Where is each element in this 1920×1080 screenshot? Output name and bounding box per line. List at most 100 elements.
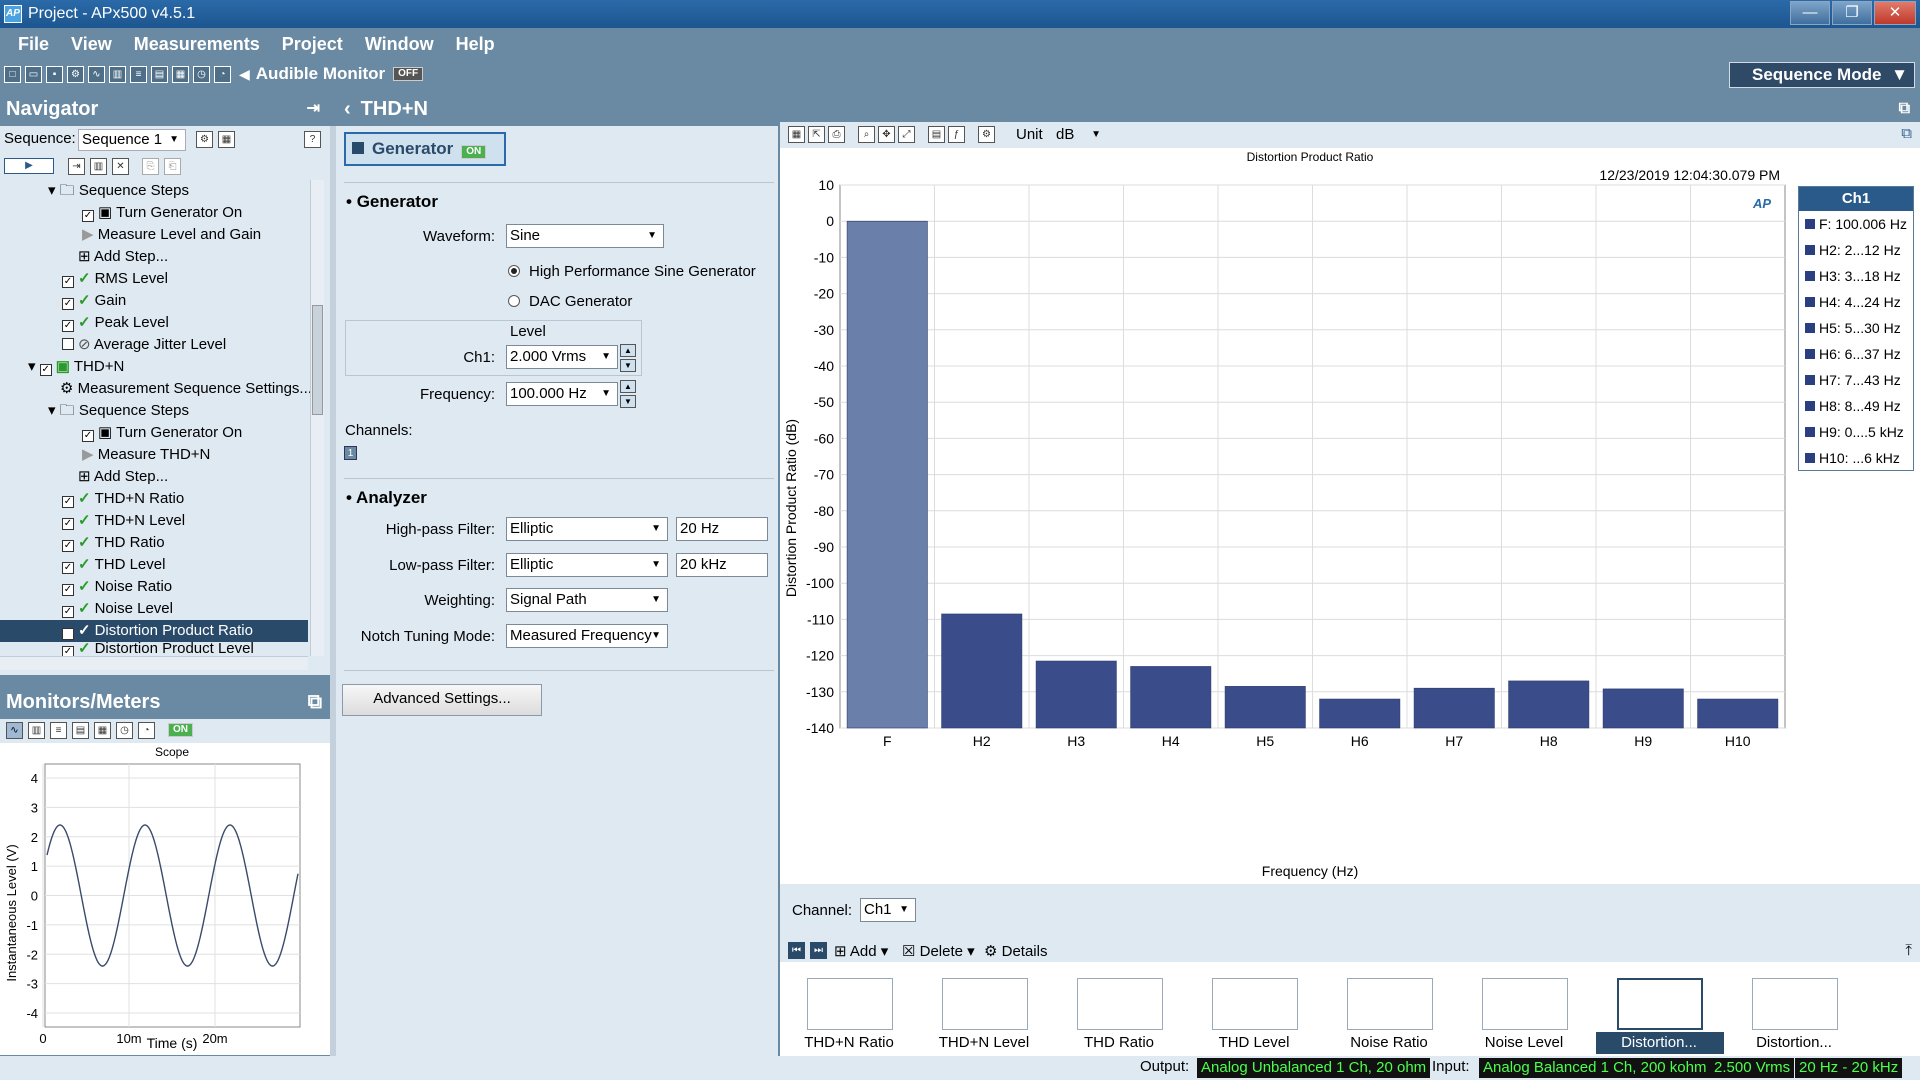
radio-dac[interactable]: [508, 295, 520, 307]
export-icon[interactable]: ⇱: [808, 126, 825, 143]
lowpass-select[interactable]: Elliptic: [506, 553, 668, 577]
waveform-select[interactable]: Sine: [506, 224, 664, 248]
clock-icon[interactable]: ◷: [193, 65, 210, 83]
tree-item[interactable]: ✓ ▣ Turn Generator On: [82, 422, 242, 444]
checkbox[interactable]: ✓: [62, 646, 74, 656]
tree-item[interactable]: ▶ Measure Level and Gain: [82, 224, 261, 246]
output-status[interactable]: Analog Unbalanced 1 Ch, 20 ohm: [1197, 1058, 1431, 1078]
gauge-icon[interactable]: ◔: [214, 65, 231, 83]
checkbox[interactable]: ✓: [62, 540, 74, 552]
generator-button[interactable]: Generator ON: [344, 132, 506, 166]
legend-item[interactable]: H10: ...6 kHz: [1799, 445, 1913, 471]
checkbox[interactable]: ✓: [62, 320, 74, 332]
grid-icon[interactable]: ▦: [172, 65, 189, 83]
frequency-field[interactable]: 100.000 Hz: [506, 382, 618, 406]
channel-1-button[interactable]: 1: [344, 446, 357, 460]
maximize-button[interactable]: ❐: [1832, 1, 1872, 25]
checkbox[interactable]: ✓: [62, 562, 74, 574]
graph-settings-icon[interactable]: ⚙: [978, 126, 995, 143]
new-icon[interactable]: □: [4, 65, 21, 83]
highpass-frequency-input[interactable]: 20 Hz: [676, 517, 768, 541]
menu-measurements[interactable]: Measurements: [134, 34, 260, 55]
tree-item[interactable]: ⊘ Average Jitter Level: [62, 334, 226, 356]
tree-item[interactable]: ✓ ✓ THD Ratio: [62, 532, 165, 554]
thumbnail[interactable]: [942, 978, 1028, 1030]
weighting-select[interactable]: Signal Path: [506, 588, 668, 612]
report-icon[interactable]: ▥: [90, 158, 107, 175]
tree-item[interactable]: ⊞ Add Step...: [78, 246, 168, 268]
spin-down-icon[interactable]: ▼: [620, 359, 636, 372]
meter-icon[interactable]: ▤: [72, 722, 89, 739]
tree-item[interactable]: ▾ 🗀 Sequence Steps: [48, 400, 189, 422]
audible-monitor-toggle[interactable]: OFF: [393, 67, 424, 81]
unit-select[interactable]: dB: [1052, 124, 1108, 146]
checkbox[interactable]: ✓: [62, 518, 74, 530]
navigator-hscrollbar[interactable]: [0, 656, 308, 670]
menu-window[interactable]: Window: [365, 34, 434, 55]
spin-up-icon[interactable]: ▲: [620, 344, 636, 357]
pan-icon[interactable]: ✥: [878, 126, 895, 143]
legend-item[interactable]: H9: 0....5 kHz: [1799, 419, 1913, 445]
ch1-spinner[interactable]: ▲ ▼: [620, 344, 636, 372]
close-button[interactable]: ✕: [1874, 1, 1916, 25]
thumbnail-selected[interactable]: [1617, 978, 1703, 1030]
spin-up-icon[interactable]: ▲: [620, 380, 636, 393]
tree-item[interactable]: ✓ ✓ Noise Ratio: [62, 576, 172, 598]
scope-icon[interactable]: ∿: [88, 65, 105, 83]
checkbox[interactable]: ✓: [62, 298, 74, 310]
navigator-scrollbar[interactable]: [310, 180, 324, 656]
notch-tuning-select[interactable]: Measured Frequency: [506, 624, 668, 648]
menu-file[interactable]: File: [18, 34, 49, 55]
clock-icon[interactable]: ◷: [116, 722, 133, 739]
print-icon[interactable]: ⎙: [828, 126, 845, 143]
menu-view[interactable]: View: [71, 34, 112, 55]
first-icon[interactable]: ⏮: [788, 942, 805, 959]
highpass-select[interactable]: Elliptic: [506, 517, 668, 541]
meter-icon[interactable]: ▤: [151, 65, 168, 83]
function-icon[interactable]: ƒ: [948, 126, 965, 143]
legend-item[interactable]: H3: 3...18 Hz: [1799, 263, 1913, 289]
tree-item[interactable]: ⊞ Add Step...: [78, 466, 168, 488]
copy-icon[interactable]: ⎘: [142, 158, 159, 175]
table-icon[interactable]: ▤: [928, 126, 945, 143]
menu-project[interactable]: Project: [282, 34, 343, 55]
level-status[interactable]: 2.500 Vrms: [1710, 1058, 1795, 1078]
sequence-select[interactable]: Sequence 1: [78, 129, 186, 151]
tree-item[interactable]: ✓ ✓ Peak Level: [62, 312, 169, 334]
thumbnail[interactable]: [1482, 978, 1568, 1030]
checkbox[interactable]: ✓: [62, 496, 74, 508]
legend-item[interactable]: H7: 7...43 Hz: [1799, 367, 1913, 393]
tree-item[interactable]: ▶ Measure THD+N: [82, 444, 210, 466]
radio-high-performance[interactable]: [508, 265, 520, 277]
run-sequence-button[interactable]: ▶: [4, 158, 54, 174]
checkbox[interactable]: ✓: [39, 364, 52, 376]
collapse-icon[interactable]: ⤒: [1905, 942, 1912, 959]
menu-help[interactable]: Help: [456, 34, 495, 55]
legend-item[interactable]: H5: 5...30 Hz: [1799, 315, 1913, 341]
checkbox[interactable]: ✓: [62, 628, 74, 640]
legend-item[interactable]: F: 100.006 Hz: [1799, 211, 1913, 237]
checkbox[interactable]: ✓: [82, 210, 94, 222]
minimize-button[interactable]: —: [1790, 1, 1830, 25]
generator-toggle[interactable]: ON: [461, 145, 487, 159]
scrollbar-thumb[interactable]: [312, 305, 323, 415]
legend-item[interactable]: H6: 6...37 Hz: [1799, 341, 1913, 367]
bar-chart-icon[interactable]: ▥: [109, 65, 126, 83]
tree-item[interactable]: ✓ ✓ THD+N Level: [62, 510, 185, 532]
paste-icon[interactable]: ⎗: [164, 158, 181, 175]
tree-item[interactable]: ▾ 🗀 Sequence Steps: [48, 180, 189, 202]
fft-icon[interactable]: ▥: [28, 722, 45, 739]
back-arrow-icon[interactable]: ‹: [344, 98, 351, 120]
last-icon[interactable]: ⏭: [810, 942, 827, 959]
grid-icon[interactable]: ▦: [94, 722, 111, 739]
help-icon[interactable]: ?: [304, 131, 321, 148]
zoom-icon[interactable]: ⌕: [858, 126, 875, 143]
details-button[interactable]: ⚙ Details: [984, 942, 1047, 960]
list-icon[interactable]: ≡: [50, 722, 67, 739]
delete-icon[interactable]: ✕: [112, 158, 129, 175]
list-icon[interactable]: ≡: [130, 65, 147, 83]
tree-item[interactable]: ✓ ✓ THD Level: [62, 554, 165, 576]
popout-icon[interactable]: ⧉: [308, 685, 322, 719]
autoscale-icon[interactable]: ⤢: [898, 126, 915, 143]
popout-icon[interactable]: ⧉: [1899, 92, 1910, 126]
